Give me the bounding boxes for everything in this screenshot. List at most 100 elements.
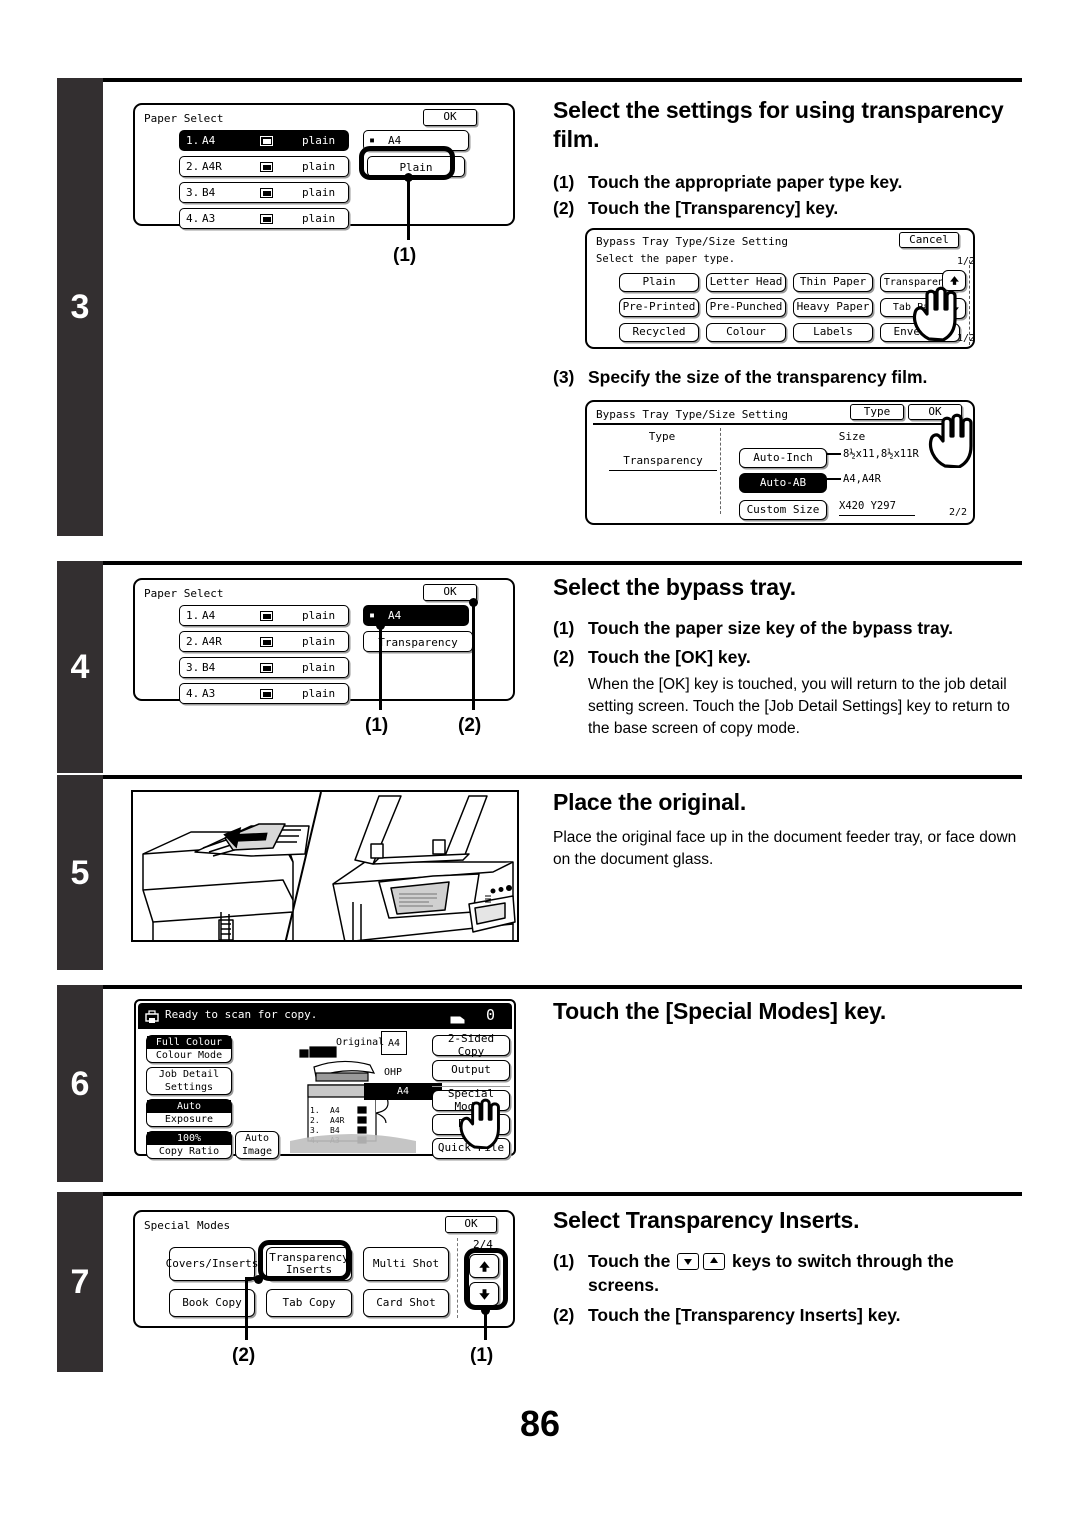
pointing-hand-cursor-type	[909, 285, 961, 345]
paper-type-key-plain[interactable]: Plain	[619, 273, 699, 292]
colour-mode-label: Colour Mode	[155, 1050, 223, 1061]
copy-base-screen: Ready to scan for copy. 0 Full Colour Co…	[134, 999, 516, 1159]
svg-text:B4: B4	[330, 1126, 340, 1135]
arrow-up-icon	[703, 1252, 726, 1270]
paper-type-key-recycled[interactable]: Recycled	[619, 323, 699, 342]
tray-icon	[260, 611, 273, 624]
job-detail-line2: Settings	[164, 1082, 214, 1093]
paper-row-2-step4[interactable]: 2. A4R plain	[179, 631, 349, 652]
exposure-value: Auto	[147, 1100, 231, 1113]
card-shot-key[interactable]: Card Shot	[363, 1289, 449, 1317]
step-5-text: Place the original. Place the original f…	[553, 788, 1023, 871]
paper-row-3-step3[interactable]: 3. B4 plain	[179, 182, 349, 203]
paper-type-key-thin-paper[interactable]: Thin Paper	[793, 273, 873, 292]
type-tab-button[interactable]: Type	[850, 404, 904, 420]
step-divider-6	[100, 985, 1022, 989]
step-4-heading: Select the bypass tray.	[553, 574, 796, 600]
paper-type-key-letter-head[interactable]: Letter Head	[706, 273, 786, 292]
paper-row-3-size: B4	[202, 186, 216, 199]
size-value-auto-inch: 8½x11,8½x11R	[843, 448, 919, 460]
printer-status-icon	[145, 1009, 159, 1028]
step-number-bar-6: 6	[57, 985, 103, 1182]
auto-image-key[interactable]: Auto Image	[235, 1131, 279, 1159]
paper-row-1-step4[interactable]: 1. A4 plain	[179, 605, 349, 626]
step-number-4: 4	[70, 648, 90, 686]
two-sided-copy-key[interactable]: 2-Sided Copy	[432, 1033, 510, 1057]
size-key-auto-ab[interactable]: Auto-AB	[739, 473, 827, 493]
status-bar: Ready to scan for copy. 0	[138, 1003, 512, 1029]
status-text: Ready to scan for copy.	[165, 1008, 318, 1021]
highlight-ring-transparency-inserts	[258, 1240, 351, 1281]
covers-inserts-key[interactable]: Covers/Inserts	[166, 1247, 258, 1281]
callout-label-step7-1: (1)	[470, 1345, 494, 1366]
step-6-text: Touch the [Special Modes] key.	[553, 997, 1023, 1026]
output-key[interactable]: Output	[432, 1060, 510, 1081]
exposure-key[interactable]: Auto Exposure	[146, 1099, 232, 1127]
paper-type-key-labels[interactable]: Labels	[793, 323, 873, 342]
special-modes-title: Special Modes	[144, 1219, 231, 1232]
job-detail-settings-key[interactable]: Job Detail Settings	[146, 1067, 232, 1095]
step-5-heading: Place the original.	[553, 789, 747, 815]
paper-row-4-step4[interactable]: 4. A3 plain	[179, 683, 349, 704]
ok-button-step4[interactable]: OK	[423, 584, 477, 601]
paper-row-4-step3[interactable]: 4. A3 plain	[179, 208, 349, 229]
paper-row-2-num: 2.	[186, 160, 200, 173]
ohp-size-badge: A4	[364, 1083, 442, 1100]
paper-row-3-size-4: B4	[202, 661, 216, 674]
size-value-custom: X420 Y297	[839, 500, 915, 516]
size-key-auto-inch[interactable]: Auto-Inch	[739, 448, 827, 468]
book-copy-key[interactable]: Book Copy	[169, 1289, 255, 1317]
auto-image-line2: Image	[241, 1146, 273, 1157]
step-7-item-1-text-before: Touch the	[588, 1250, 676, 1271]
original-size-badge: A4	[381, 1031, 407, 1055]
bypass-type-screen-title: Bypass Tray Type/Size Setting	[596, 235, 789, 248]
paper-row-2-type-4: plain	[302, 635, 336, 648]
step-4-item-1-text: Touch the paper size key of the bypass t…	[588, 617, 954, 638]
step-3-item-3-marker: (3)	[553, 367, 575, 387]
highlight-ring-page-arrows	[464, 1248, 508, 1310]
tray-icon	[260, 188, 273, 201]
callout-line-step7-2	[245, 1278, 248, 1340]
step-3-item-2-text: Touch the [Transparency] key.	[588, 197, 839, 218]
paper-type-key-heavy-paper[interactable]: Heavy Paper	[793, 298, 873, 317]
cancel-button[interactable]: Cancel	[899, 232, 959, 248]
arrow-down-icon	[677, 1252, 700, 1270]
step-3-item-1-marker: (1)	[553, 171, 575, 192]
paper-row-2-type: plain	[302, 160, 336, 173]
step-3-item-1: (1) Touch the appropriate paper type key…	[553, 170, 1023, 194]
bypass-type-screen: Bypass Tray Type/Size Setting Cancel Sel…	[585, 228, 975, 349]
paper-select-screen-step4: Paper Select OK 1. A4 plain 2. A4R plain…	[133, 578, 515, 704]
paper-row-3-step4[interactable]: 3. B4 plain	[179, 657, 349, 678]
page-number: 86	[519, 1403, 561, 1444]
paper-type-key-pre-punched[interactable]: Pre-Punched	[706, 298, 786, 317]
paper-type-key-colour[interactable]: Colour	[706, 323, 786, 342]
paper-row-2-step3[interactable]: 2. A4R plain	[179, 156, 349, 177]
size-key-custom-size[interactable]: Custom Size	[739, 500, 827, 520]
step-6-heading: Touch the [Special Modes] key.	[553, 998, 887, 1024]
paper-row-1-step3[interactable]: 1. A4 plain	[179, 130, 349, 151]
colour-mode-value: Full Colour	[147, 1036, 231, 1049]
tray-icon	[260, 663, 273, 676]
step-3-heading: Select the settings for using transparen…	[553, 97, 1004, 152]
paper-row-4-size-4: A3	[202, 687, 216, 700]
step-4-item-2-marker: (2)	[553, 646, 575, 667]
multi-shot-key[interactable]: Multi Shot	[363, 1247, 449, 1281]
paper-row-1-num: 1.	[186, 134, 200, 147]
step-divider-7	[100, 1192, 1022, 1196]
ok-button-special-modes[interactable]: OK	[445, 1216, 497, 1233]
step-divider-5	[100, 775, 1022, 779]
paper-row-3-num: 3.	[186, 186, 200, 199]
colour-mode-key[interactable]: Full Colour Colour Mode	[146, 1035, 232, 1063]
tab-copy-key[interactable]: Tab Copy	[266, 1289, 352, 1317]
size-leader-2	[827, 478, 841, 480]
size-leader-1	[827, 453, 841, 455]
step-7-item-2: (2) Touch the [Transparency Inserts] key…	[553, 1303, 1023, 1327]
callout-line-step4-2	[472, 603, 475, 710]
callout-label-step3-1: (1)	[393, 245, 417, 266]
ok-button-step3[interactable]: OK	[423, 109, 477, 126]
original-label: Original	[336, 1037, 385, 1048]
step-number-5: 5	[70, 853, 90, 892]
bypass-type-prompt: Select the paper type.	[596, 253, 736, 265]
paper-type-key-pre-printed[interactable]: Pre-Printed	[619, 298, 699, 317]
copy-ratio-key[interactable]: 100% Copy Ratio	[146, 1131, 232, 1159]
